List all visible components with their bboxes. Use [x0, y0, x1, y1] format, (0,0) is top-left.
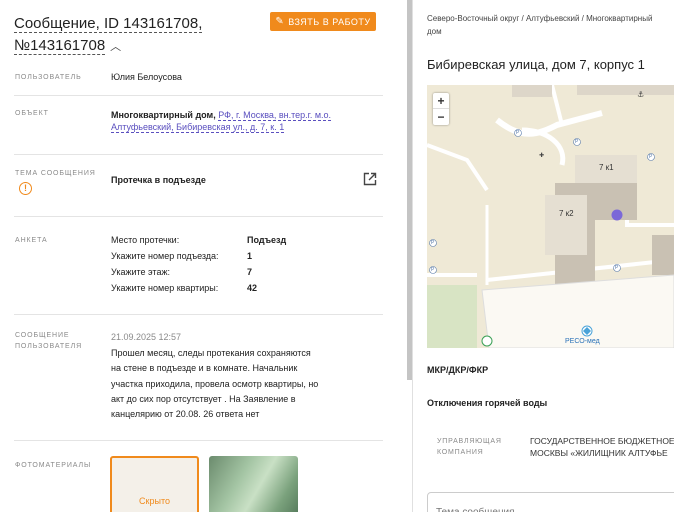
mkr-label: МКР/ДКР/ФКР — [427, 365, 489, 375]
survey-answer: 42 — [247, 283, 258, 293]
photo-thumbnail[interactable] — [209, 456, 298, 512]
message-date: 21.09.2025 12:57 — [111, 332, 182, 342]
user-value: Юлия Белоусова — [111, 72, 182, 82]
parking-icon: P — [431, 240, 435, 246]
address-title: Бибиревская улица, дом 7, корпус 1 — [427, 57, 645, 72]
survey-question: Укажите номер подъезда: — [111, 251, 219, 261]
poi-label: РЕСО-мед — [565, 338, 600, 345]
topic-input[interactable] — [427, 492, 674, 512]
object-value: Многоквартирный дом, РФ, г. Москва, вн.т… — [111, 109, 343, 133]
svg-text:⚓: ⚓ — [637, 90, 644, 99]
parking-icon: P — [431, 267, 435, 273]
warning-icon: ! — [19, 182, 32, 195]
divider — [14, 154, 383, 155]
map[interactable]: ⚓ ✚ 7 к1 7 к2 РЕСО-мед P P P P P P + − — [427, 85, 674, 348]
parking-icon: P — [516, 130, 520, 136]
management-label: УПРАВЛЯЮЩАЯ КОМПАНИЯ — [437, 438, 502, 456]
topic-value: Протечка в подъезде — [111, 175, 206, 185]
building-label: 7 к2 — [559, 209, 574, 218]
zoom-control: + − — [433, 93, 449, 125]
zoom-in-button[interactable]: + — [433, 93, 449, 109]
survey-answer: 7 — [247, 267, 253, 277]
object-type: Многоквартирный дом, — [111, 110, 216, 120]
svg-text:✚: ✚ — [539, 152, 544, 159]
divider — [14, 440, 383, 441]
page-title[interactable]: Сообщение, ID 143161708, №143161708 ︿ — [14, 13, 264, 58]
survey-question: Укажите этаж: — [111, 267, 170, 277]
divider — [14, 95, 383, 96]
photo-hidden-thumbnail[interactable]: Скрыто — [110, 456, 199, 512]
photo-hidden-label: Скрыто — [139, 496, 170, 506]
divider — [14, 314, 383, 315]
building-label: 7 к1 — [599, 163, 614, 172]
management-value-line: ГОСУДАРСТВЕННОЕ БЮДЖЕТНОЕ — [530, 436, 674, 446]
message-panel: Сообщение, ID 143161708, №143161708 ︿ ✎ В… — [0, 0, 410, 512]
survey-question: Укажите номер квартиры: — [111, 283, 219, 293]
topic-label: ТЕМА СООБЩЕНИЯ — [15, 170, 96, 177]
management-value-line: МОСКВЫ «ЖИЛИЩНИК АЛТУФЬЕ — [530, 448, 668, 458]
parking-icon: P — [649, 154, 653, 160]
zoom-out-button[interactable]: − — [433, 109, 449, 125]
divider — [14, 216, 383, 217]
management-value: ГОСУДАРСТВЕННОЕ БЮДЖЕТНОЕ МОСКВЫ «ЖИЛИЩН… — [530, 435, 674, 459]
survey-answer: Подъезд — [247, 235, 287, 245]
user-label: ПОЛЬЗОВАТЕЛЬ — [15, 74, 82, 81]
object-panel: Северо-Восточный округ / Алтуфьевский / … — [413, 0, 674, 512]
map-canvas: ⚓ ✚ — [427, 85, 674, 348]
external-link-icon[interactable] — [363, 172, 377, 186]
photos-label: ФОТОМАТЕРИАЛЫ — [15, 462, 92, 469]
take-to-work-button[interactable]: ✎ ВЗЯТЬ В РАБОТУ — [270, 12, 376, 31]
survey-label: АНКЕТА — [15, 237, 48, 244]
message-title: Сообщение, ID 143161708, №143161708 — [14, 15, 203, 55]
object-label: ОБЪЕКТ — [15, 110, 49, 117]
pencil-icon: ✎ — [275, 16, 285, 27]
message-text: Прошел месяц, следы протекания сохраняют… — [111, 348, 319, 420]
take-to-work-label: ВЗЯТЬ В РАБОТУ — [288, 16, 371, 27]
survey-answer: 1 — [247, 251, 253, 261]
parking-icon: P — [575, 139, 579, 145]
chevron-up-icon[interactable]: ︿ — [110, 36, 121, 58]
survey-question: Место протечки: — [111, 235, 180, 245]
parking-icon: P — [615, 265, 619, 271]
breadcrumb[interactable]: Северо-Восточный округ / Алтуфьевский / … — [427, 12, 657, 38]
user-message-label: СООБЩЕНИЕ ПОЛЬЗОВАТЕЛЯ — [15, 332, 83, 350]
hot-water-label: Отключения горячей воды — [427, 398, 548, 408]
